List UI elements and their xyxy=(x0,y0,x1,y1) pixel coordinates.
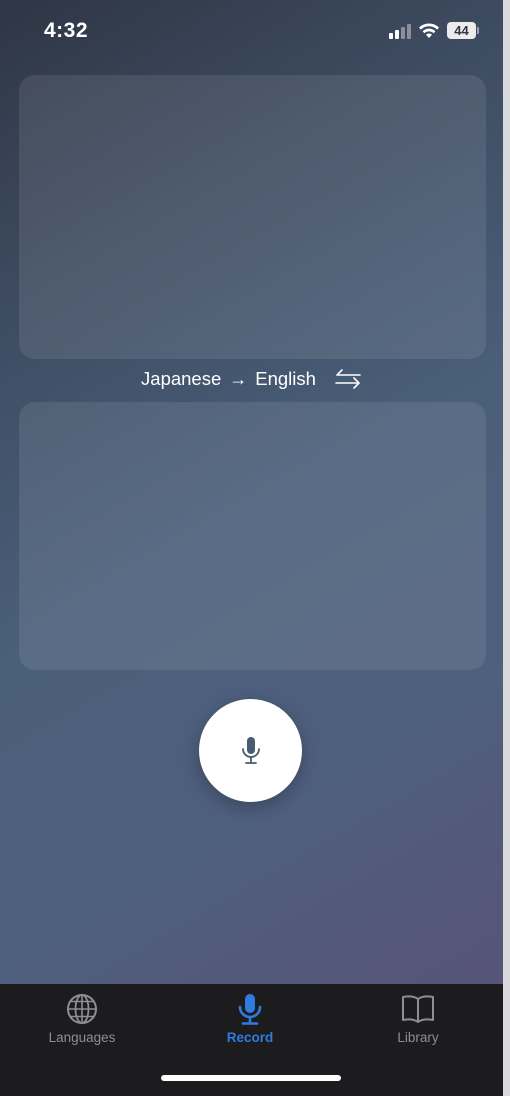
status-time: 4:32 xyxy=(44,19,89,42)
swap-languages-icon[interactable] xyxy=(334,368,362,390)
tab-library[interactable]: Library xyxy=(334,984,502,1064)
tab-record-label: Record xyxy=(226,1030,274,1045)
microphone-icon xyxy=(238,994,262,1025)
status-bar: 4:32 44 xyxy=(0,0,503,60)
language-pair: Japanese → English xyxy=(0,368,503,394)
tab-languages-label: Languages xyxy=(48,1030,116,1045)
globe-icon xyxy=(67,994,97,1024)
record-button[interactable] xyxy=(199,699,302,802)
battery-icon: 44 xyxy=(447,22,479,39)
signal-icon xyxy=(389,23,413,39)
direction-arrow: → xyxy=(229,368,248,389)
source-text-panel[interactable] xyxy=(19,75,486,359)
target-language[interactable]: English xyxy=(255,368,316,390)
battery-level: 44 xyxy=(447,22,476,39)
tab-library-label: Library xyxy=(397,1030,439,1045)
tab-record[interactable]: Record xyxy=(166,984,334,1064)
wifi-icon xyxy=(419,23,439,38)
tab-languages[interactable]: Languages xyxy=(0,984,166,1064)
translation-text-panel[interactable] xyxy=(19,402,486,670)
book-icon xyxy=(402,995,434,1023)
app-screen: 4:32 44 Japanese → English Languages Rec… xyxy=(0,0,503,1096)
home-indicator xyxy=(161,1075,341,1081)
tab-bar: Languages Record Library xyxy=(0,984,503,1096)
source-language[interactable]: Japanese xyxy=(141,368,221,390)
screen-edge xyxy=(503,0,510,1096)
microphone-icon xyxy=(241,736,260,764)
